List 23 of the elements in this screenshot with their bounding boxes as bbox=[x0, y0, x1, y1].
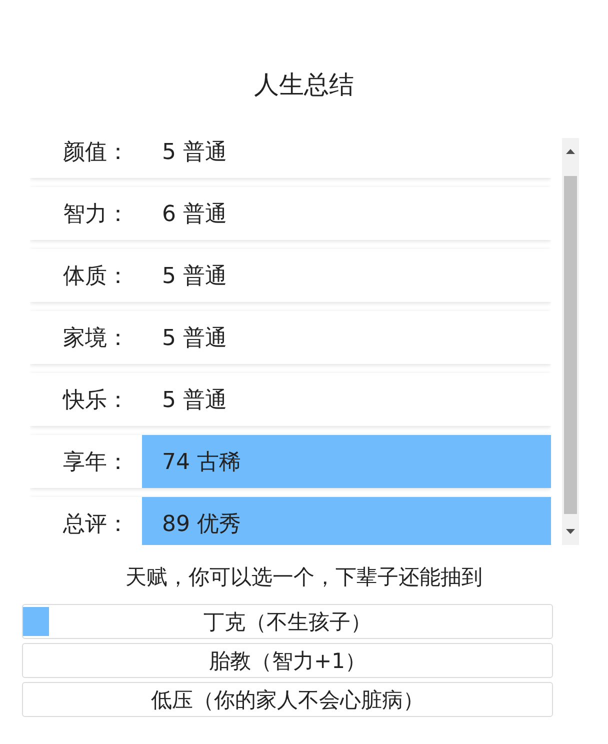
scrollbar-track[interactable] bbox=[562, 138, 579, 545]
stat-label: 体质： bbox=[62, 262, 130, 290]
stat-label: 总评： bbox=[62, 510, 130, 538]
stat-label: 家境： bbox=[62, 324, 130, 352]
stat-label: 颜值： bbox=[62, 138, 130, 166]
scrollbar-thumb[interactable] bbox=[564, 176, 577, 514]
scroll-up-icon[interactable] bbox=[566, 149, 575, 154]
talent-option-button[interactable]: 丁克（不生孩子） bbox=[22, 604, 553, 639]
stat-value: 5 普通 bbox=[142, 373, 551, 426]
talent-prompt: 天赋，你可以选一个，下辈子还能抽到 bbox=[126, 564, 482, 590]
highlighted-stat-value: 89 优秀 bbox=[142, 497, 551, 545]
talent-option-button[interactable]: 胎教（智力+1） bbox=[22, 643, 553, 678]
stat-value: 6 普通 bbox=[142, 187, 551, 240]
stat-value: 5 普通 bbox=[142, 249, 551, 302]
scroll-down-icon[interactable] bbox=[566, 529, 575, 534]
stat-label: 享年： bbox=[62, 448, 130, 476]
highlighted-stat-value: 74 古稀 bbox=[142, 435, 551, 488]
stat-label: 快乐： bbox=[62, 386, 130, 414]
talent-option-button[interactable]: 低压（你的家人不会心脏病） bbox=[22, 682, 553, 717]
stat-label: 智力： bbox=[62, 200, 130, 228]
page-title: 人生总结 bbox=[254, 70, 354, 100]
stat-value: 5 普通 bbox=[142, 311, 551, 364]
stat-value: 5 普通 bbox=[142, 138, 551, 178]
